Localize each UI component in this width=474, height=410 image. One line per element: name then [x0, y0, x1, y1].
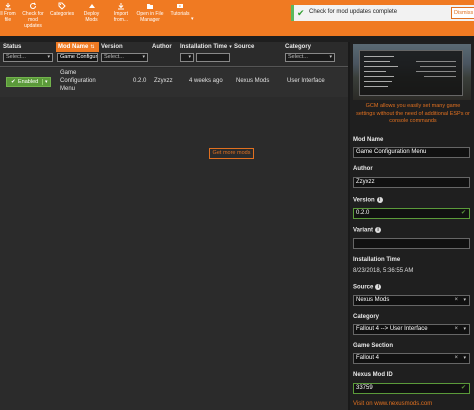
- category-cell: User Interface: [287, 78, 325, 84]
- enabled-toggle[interactable]: ✔ Enabled ▾: [6, 77, 51, 87]
- categories-button[interactable]: Categories: [50, 2, 74, 34]
- source-label: Source i: [353, 284, 382, 291]
- mod-screenshot: [353, 44, 471, 100]
- game-section-label: Game Section: [353, 343, 394, 349]
- install-time-filter[interactable]: [196, 53, 230, 62]
- notification-text: Check for mod updates complete: [309, 9, 398, 15]
- open-file-manager-button[interactable]: Open in File Manager: [136, 2, 164, 34]
- tag-icon: [58, 2, 66, 10]
- mod-name-field[interactable]: Game Configuration Menu: [353, 147, 470, 158]
- install-icon: [4, 2, 12, 10]
- import-icon: [117, 2, 125, 10]
- chevron-down-icon[interactable]: ▾: [45, 78, 48, 86]
- table-row[interactable]: ✔ Enabled ▾ Game Configuration Menu 0.2.…: [0, 68, 348, 97]
- category-filter[interactable]: Select... ▾: [285, 53, 335, 62]
- version-field[interactable]: 0.2.0 ✔: [353, 208, 470, 219]
- column-header-author[interactable]: Author: [152, 42, 177, 52]
- install-time-operator-filter[interactable]: ▾: [180, 53, 194, 62]
- chevron-down-icon: ▾: [188, 54, 191, 60]
- check-icon: ✔: [460, 385, 466, 391]
- mod-description: GCM allows you easily set many game sett…: [356, 103, 470, 124]
- nexus-mod-id-label: Nexus Mod ID: [353, 372, 393, 378]
- author-field[interactable]: Zzyxzz: [353, 177, 470, 188]
- clear-icon[interactable]: ×: [454, 325, 458, 334]
- get-more-mods-button[interactable]: Get more mods: [209, 148, 254, 159]
- chevron-down-icon: ▾: [47, 54, 50, 60]
- check-icon: ✔: [11, 79, 16, 85]
- column-header-version[interactable]: Version: [101, 42, 147, 52]
- source-select[interactable]: Nexus Mods × ▾: [353, 295, 470, 306]
- chevron-down-icon: ▾: [329, 54, 332, 60]
- category-label: Category: [353, 314, 380, 320]
- mod-table: Status Mod Name ⇅ Version Author Installa…: [0, 42, 348, 410]
- sort-icon: ▾: [229, 44, 232, 50]
- tutorials-button[interactable]: Tutorials: [168, 2, 192, 34]
- variant-field[interactable]: [353, 238, 470, 249]
- clear-icon[interactable]: ×: [454, 354, 458, 363]
- check-icon: ✔: [297, 8, 305, 18]
- column-header-installation-time[interactable]: Installation Time ▾: [180, 42, 232, 52]
- info-icon[interactable]: i: [375, 227, 382, 233]
- chevron-down-icon: ▾: [463, 297, 466, 303]
- installation-time-value: 8/23/2018, 5:36:55 AM: [353, 268, 414, 274]
- game-section-select[interactable]: Fallout 4 × ▾: [353, 353, 470, 364]
- nexus-mod-id-field[interactable]: 33759 ✔: [353, 383, 470, 394]
- info-icon[interactable]: i: [376, 197, 383, 203]
- column-header-source[interactable]: Source: [234, 42, 274, 52]
- source-cell: Nexus Mods: [236, 78, 270, 84]
- video-icon: [176, 2, 184, 10]
- install-time-cell: 4 weeks ago: [189, 78, 223, 84]
- check-updates-button[interactable]: Check for mod updates: [19, 2, 47, 34]
- version-label: Version i: [353, 197, 383, 204]
- column-header-status[interactable]: Status: [3, 42, 53, 52]
- author-cell: Zzyxzz: [154, 78, 173, 84]
- clear-icon[interactable]: ×: [454, 296, 458, 305]
- refresh-icon: [29, 2, 37, 10]
- author-label: Author: [353, 166, 373, 172]
- update-notification: ✔ Check for mod updates complete Dismiss: [291, 5, 474, 21]
- header-divider: [0, 66, 348, 67]
- category-select[interactable]: Fallout 4 --> User Interface × ▾: [353, 324, 470, 335]
- status-filter[interactable]: Select... ▾: [3, 53, 53, 62]
- chevron-down-icon: ▾: [463, 326, 466, 332]
- column-header-category[interactable]: Category: [285, 42, 335, 52]
- deploy-icon: [88, 2, 96, 10]
- mod-name-label: Mod Name: [353, 137, 384, 143]
- tutorials-dropdown-icon[interactable]: ▾: [191, 16, 194, 22]
- deploy-mods-button[interactable]: Deploy Mods: [77, 2, 106, 34]
- chevron-down-icon: ▾: [142, 54, 145, 60]
- dismiss-button[interactable]: Dismiss: [451, 7, 474, 19]
- installation-time-label: Installation Time: [353, 257, 401, 263]
- check-icon: ✔: [460, 210, 466, 216]
- sort-icon: ⇅: [90, 44, 95, 50]
- mod-name-filter[interactable]: Game Configur: [57, 53, 98, 62]
- variant-label: Variant i: [353, 227, 382, 234]
- version-cell: 0.2.0: [133, 78, 147, 84]
- info-icon[interactable]: i: [375, 284, 382, 290]
- mod-details-panel: GCM allows you easily set many game sett…: [350, 42, 474, 410]
- import-button[interactable]: Import from...: [110, 2, 132, 34]
- visit-nexus-link[interactable]: Visit on www.nexusmods.com: [353, 401, 432, 407]
- column-header-mod-name[interactable]: Mod Name ⇅: [56, 42, 99, 52]
- mod-name-cell: Game Configuration Menu: [60, 70, 96, 92]
- folder-icon: [146, 2, 154, 10]
- install-from-file-button[interactable]: ll From file: [0, 2, 16, 34]
- version-filter[interactable]: Select... ▾: [101, 53, 148, 62]
- chevron-down-icon: ▾: [463, 355, 466, 361]
